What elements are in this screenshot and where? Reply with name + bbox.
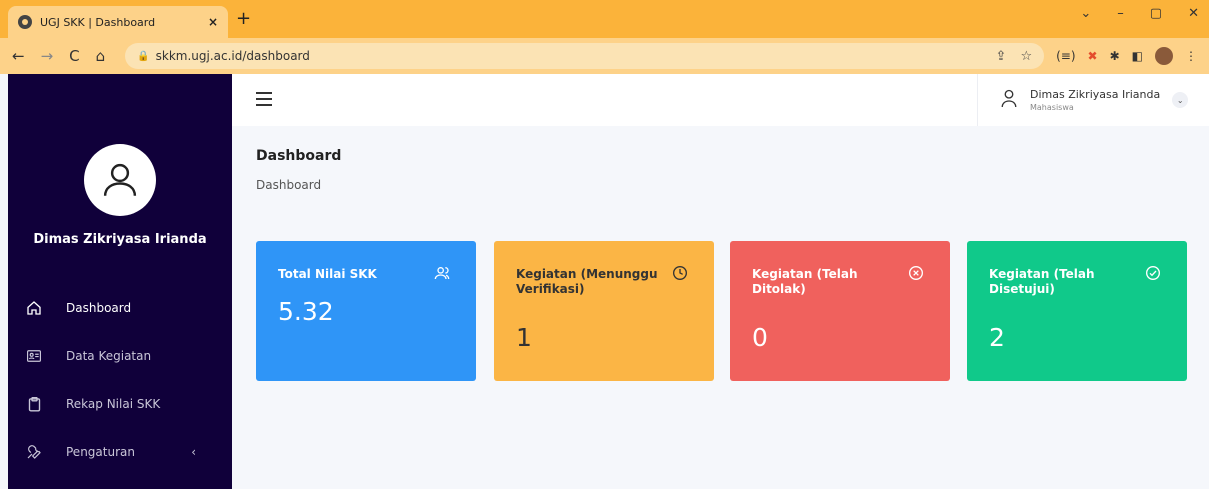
user-name: Dimas Zikriyasa Irianda bbox=[1030, 88, 1161, 101]
profile-avatar bbox=[84, 144, 156, 216]
browser-menu-icon[interactable]: ⋮ bbox=[1185, 49, 1197, 63]
address-bar[interactable]: 🔒 skkm.ugj.ac.id/dashboard ⇪ ☆ bbox=[125, 43, 1045, 69]
breadcrumb: Dashboard bbox=[256, 178, 322, 192]
puzzle-icon[interactable]: ✱ bbox=[1110, 49, 1120, 63]
user-icon bbox=[103, 163, 137, 196]
new-tab-button[interactable]: + bbox=[236, 8, 251, 29]
chevron-down-icon[interactable]: ⌄ bbox=[1172, 92, 1189, 108]
sidebar-item-data-kegiatan[interactable]: Data Kegiatan bbox=[8, 332, 232, 380]
card-value: 5.32 bbox=[278, 297, 334, 326]
browser-tab-bar: UGJ SKK | Dashboard × + ⌄ – ▢ ✕ bbox=[0, 0, 1209, 38]
minimize-button[interactable]: – bbox=[1117, 6, 1124, 21]
lock-icon: 🔒 bbox=[137, 50, 150, 62]
sidebar-item-label: Dashboard bbox=[66, 301, 132, 315]
sidebar: Dimas Zikriyasa Irianda Dashboard Data K… bbox=[8, 74, 232, 489]
extensions-area: (≡) ✖ ✱ ◧ ⋮ bbox=[1056, 47, 1197, 65]
sidebar-menu: Dashboard Data Kegiatan Rekap Nilai SKK … bbox=[8, 284, 232, 476]
card-value: 0 bbox=[752, 323, 768, 352]
card-kegiatan-ditolak: Kegiatan (Telah Ditolak) 0 bbox=[730, 241, 950, 381]
sidebar-item-rekap-nilai[interactable]: Rekap Nilai SKK bbox=[8, 380, 232, 428]
back-button[interactable]: ← bbox=[12, 47, 25, 65]
card-total-nilai-skk: Total Nilai SKK 5.32 bbox=[256, 241, 476, 381]
top-navbar: Dimas Zikriyasa Irianda Mahasiswa ⌄ bbox=[232, 74, 1209, 126]
tab-search-button[interactable]: ⌄ bbox=[1080, 6, 1091, 21]
card-value: 1 bbox=[516, 323, 532, 352]
chevron-left-icon: ‹ bbox=[191, 445, 196, 459]
sidebar-item-label: Pengaturan bbox=[66, 445, 135, 459]
user-menu[interactable]: Dimas Zikriyasa Irianda Mahasiswa ⌄ bbox=[977, 74, 1209, 126]
card-label: Kegiatan (Telah Ditolak) bbox=[752, 267, 858, 296]
card-value: 2 bbox=[989, 323, 1005, 352]
card-label: Total Nilai SKK bbox=[278, 267, 377, 281]
browser-toolbar: ← → C ⌂ 🔒 skkm.ugj.ac.id/dashboard ⇪ ☆ (… bbox=[0, 38, 1209, 74]
hamburger-menu-icon[interactable] bbox=[256, 92, 272, 106]
id-card-icon bbox=[24, 350, 44, 362]
reload-button[interactable]: C bbox=[69, 47, 79, 65]
browser-tab[interactable]: UGJ SKK | Dashboard × bbox=[8, 6, 228, 38]
profile-name: Dimas Zikriyasa Irianda bbox=[33, 232, 207, 247]
sidepanel-icon[interactable]: ◧ bbox=[1132, 49, 1143, 63]
users-icon bbox=[434, 265, 450, 285]
home-icon bbox=[24, 300, 44, 316]
sidebar-item-dashboard[interactable]: Dashboard bbox=[8, 284, 232, 332]
card-kegiatan-disetujui: Kegiatan (Telah Disetujui) 2 bbox=[967, 241, 1187, 381]
maximize-button[interactable]: ▢ bbox=[1150, 6, 1162, 21]
extension-icon[interactable]: (≡) bbox=[1056, 49, 1075, 63]
window-controls: ⌄ – ▢ ✕ bbox=[1080, 6, 1199, 21]
bookmark-star-icon[interactable]: ☆ bbox=[1020, 49, 1032, 64]
x-circle-icon bbox=[908, 265, 924, 285]
close-tab-button[interactable]: × bbox=[208, 15, 218, 29]
wrench-icon bbox=[24, 444, 44, 460]
card-label: Kegiatan (Telah Disetujui) bbox=[989, 267, 1095, 296]
page-title: Dashboard bbox=[256, 148, 342, 164]
globe-icon bbox=[18, 15, 32, 29]
clock-icon bbox=[672, 265, 688, 285]
url-text[interactable]: skkm.ugj.ac.id/dashboard bbox=[156, 49, 996, 63]
sidebar-item-pengaturan[interactable]: Pengaturan ‹ bbox=[8, 428, 232, 476]
sidebar-item-label: Rekap Nilai SKK bbox=[66, 397, 161, 411]
forward-button[interactable]: → bbox=[41, 47, 54, 65]
sidebar-item-label: Data Kegiatan bbox=[66, 349, 152, 363]
clipboard-icon bbox=[24, 396, 44, 412]
check-circle-icon bbox=[1145, 265, 1161, 285]
extension-red-icon[interactable]: ✖ bbox=[1088, 49, 1098, 63]
tab-title: UGJ SKK | Dashboard bbox=[40, 15, 156, 29]
browser-profile-avatar[interactable] bbox=[1155, 47, 1173, 65]
card-label: Kegiatan (Menunggu Verifikasi) bbox=[516, 267, 658, 296]
user-role: Mahasiswa bbox=[1030, 103, 1074, 112]
user-icon bbox=[1000, 88, 1018, 112]
home-button[interactable]: ⌂ bbox=[96, 47, 106, 65]
window-close-button[interactable]: ✕ bbox=[1188, 6, 1199, 21]
card-kegiatan-menunggu: Kegiatan (Menunggu Verifikasi) 1 bbox=[494, 241, 714, 381]
share-icon[interactable]: ⇪ bbox=[996, 49, 1007, 64]
